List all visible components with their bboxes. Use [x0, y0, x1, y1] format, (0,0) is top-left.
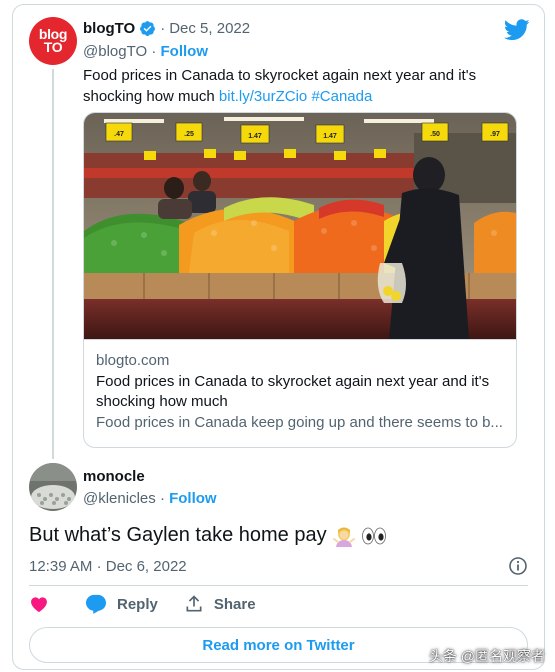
- price-tag-3: 1.47: [248, 133, 262, 140]
- twitter-bird-icon[interactable]: [504, 19, 530, 41]
- share-icon: [186, 595, 202, 612]
- reply-handle-row: @klenicles · Follow: [83, 490, 217, 507]
- reply-tweet-text: But what’s Gaylen take home pay: [29, 524, 387, 547]
- reply-button[interactable]: Reply: [85, 594, 158, 614]
- reply-timestamp[interactable]: 12:39 AM · Dec 6, 2022: [29, 558, 187, 575]
- reply-time: 12:39 AM: [29, 557, 93, 575]
- reply-date: Dec 6, 2022: [105, 557, 187, 575]
- follow-link-blogto[interactable]: Follow: [161, 43, 209, 60]
- monocle-avatar[interactable]: [29, 463, 77, 511]
- tweet-short-link[interactable]: bit.ly/3urZCio: [219, 88, 307, 105]
- price-tag-5: .50: [430, 131, 440, 138]
- price-tag-1: .47: [114, 131, 124, 138]
- follow-link-monocle[interactable]: Follow: [169, 490, 217, 507]
- reply-label: Reply: [117, 595, 158, 613]
- link-preview-card[interactable]: .47 .25 1.47 1.47 .50 .97 blogto.com Foo…: [83, 112, 517, 448]
- heart-icon: [31, 597, 47, 612]
- parent-tweet-text: Food prices in Canada to skyrocket again…: [83, 65, 523, 107]
- avatar-text-to: TO: [43, 39, 63, 55]
- link-description: Food prices in Canada keep going up and …: [96, 414, 503, 431]
- grocery-store-produce-image: .47 .25 1.47 1.47 .50 .97: [84, 113, 516, 340]
- separator-dot: ·: [159, 490, 165, 507]
- separator-dot: ·: [151, 43, 157, 60]
- separator-dot: ·: [160, 20, 166, 37]
- author-handle[interactable]: @blogTO: [83, 43, 147, 60]
- link-title: Food prices in Canada to skyrocket again…: [96, 373, 490, 410]
- thread-connector-line: [52, 69, 54, 459]
- link-preview-meta: blogto.com Food prices in Canada to skyr…: [84, 340, 516, 433]
- hashtag-link[interactable]: #Canada: [311, 88, 372, 105]
- price-tag-2: .25: [184, 131, 194, 138]
- verified-badge-icon: [140, 21, 156, 36]
- share-label: Share: [213, 595, 256, 613]
- price-tag-6: .97: [490, 131, 500, 138]
- blogto-avatar[interactable]: blog TO: [29, 17, 77, 65]
- actions-divider: [29, 585, 528, 586]
- like-button[interactable]: [29, 594, 59, 614]
- share-button[interactable]: Share: [184, 594, 256, 614]
- reply-timestamp-row: 12:39 AM · Dec 6, 2022: [29, 556, 528, 576]
- reply-author-display-name[interactable]: monocle: [83, 468, 145, 485]
- toutiao-watermark: 头条 @匿名观察者: [428, 648, 545, 664]
- reply-bubble-icon: [86, 594, 106, 614]
- parent-tweet-date[interactable]: Dec 5, 2022: [169, 20, 250, 37]
- info-icon[interactable]: [508, 556, 528, 576]
- reply-actions-row: Reply Share: [29, 594, 282, 614]
- embedded-tweet-card: blog TO blogTO · Dec 5, 2022 @blogTO · F…: [12, 4, 545, 670]
- link-domain: blogto.com: [96, 352, 170, 369]
- eyes-emoji-icon: [361, 527, 386, 544]
- author-display-name[interactable]: blogTO: [83, 20, 135, 37]
- parent-tweet-author-row: blogTO · Dec 5, 2022: [83, 20, 250, 37]
- parent-tweet-handle-row: @blogTO · Follow: [83, 43, 208, 60]
- person-shrugging-emoji-icon: [332, 527, 355, 547]
- separator-dot: ·: [96, 557, 102, 575]
- price-tag-4: 1.47: [323, 133, 337, 140]
- reply-body-text: But what’s Gaylen take home pay: [29, 524, 327, 546]
- reply-author-handle[interactable]: @klenicles: [83, 490, 156, 507]
